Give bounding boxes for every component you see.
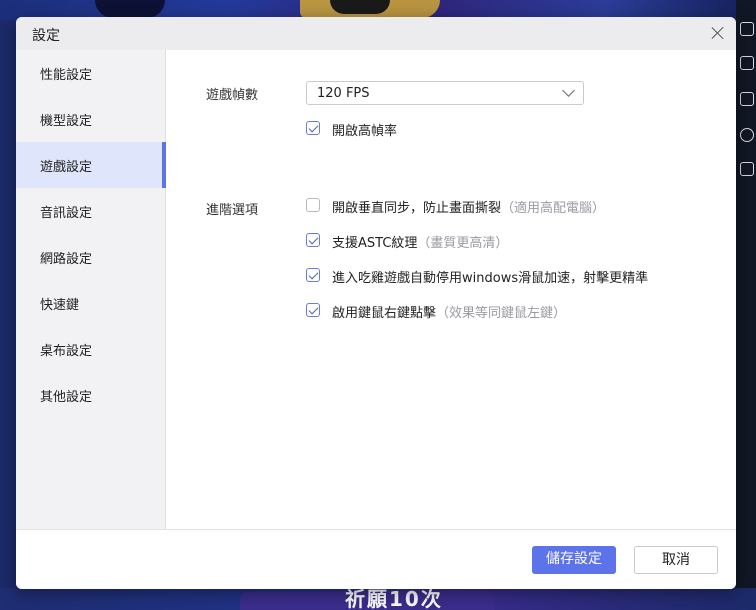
sidebar-item-label: 音訊設定: [40, 206, 93, 221]
chevron-down-icon: [562, 84, 575, 97]
sidebar-item-audio[interactable]: 音訊設定: [16, 188, 165, 234]
astc-label: 支援ASTC紋理（畫質更高清）: [332, 236, 509, 251]
settings-dialog: 設定 性能設定 機型設定 遊戲設定 音訊設定 網路設定 快速鍵 桌布設定 其他設…: [16, 17, 736, 589]
close-icon[interactable]: [710, 25, 726, 41]
vsync-label: 開啟垂直同步，防止畫面撕裂（適用高配電腦）: [332, 201, 606, 216]
game-settings-panel: 遊戲幀數 120 FPS 開啟高幀率 進階選項 開啟垂直同步，防止畫面撕裂（適用…: [166, 50, 736, 529]
side-toolbar: [736, 0, 756, 610]
location-icon[interactable]: [740, 128, 754, 142]
sidebar-item-label: 機型設定: [40, 114, 93, 129]
sidebar-item-performance[interactable]: 性能設定: [16, 50, 165, 96]
sidebar-item-device[interactable]: 機型設定: [16, 96, 165, 142]
shake-icon[interactable]: [740, 162, 754, 176]
sidebar-item-label: 快速鍵: [40, 298, 80, 313]
checkbox-checked-icon: [306, 233, 320, 247]
sidebar-item-label: 遊戲設定: [40, 160, 93, 175]
fps-select-value: 120 FPS: [317, 86, 370, 101]
save-button[interactable]: 儲存設定: [532, 546, 616, 574]
sidebar-item-label: 桌布設定: [40, 344, 93, 359]
settings-sidebar: 性能設定 機型設定 遊戲設定 音訊設定 網路設定 快速鍵 桌布設定 其他設定: [16, 50, 166, 529]
dialog-title: 設定: [32, 28, 60, 44]
checkbox-unchecked-icon: [306, 198, 320, 212]
cancel-button[interactable]: 取消: [634, 546, 718, 574]
sidebar-item-network[interactable]: 網路設定: [16, 234, 165, 280]
right-click-label: 啟用鍵鼠右鍵點擊（效果等同鍵鼠左鍵）: [332, 306, 567, 321]
background-art-bottom: 祈願10次: [0, 587, 756, 610]
sidebar-item-game[interactable]: 遊戲設定: [16, 142, 166, 188]
sidebar-item-wallpaper[interactable]: 桌布設定: [16, 326, 165, 372]
window-icon[interactable]: [740, 92, 754, 106]
sidebar-item-label: 網路設定: [40, 252, 93, 267]
high-fps-label: 開啟高幀率: [332, 124, 398, 139]
fps-label: 遊戲幀數: [206, 88, 259, 103]
vibrate-icon[interactable]: [740, 56, 754, 70]
mouse-accel-label: 進入吃雞遊戲自動停用windows滑鼠加速，射擊更精準: [332, 271, 649, 286]
advanced-label: 進階選項: [206, 203, 259, 218]
dialog-footer: 儲存設定 取消: [16, 529, 736, 589]
sidebar-item-shortcuts[interactable]: 快速鍵: [16, 280, 165, 326]
checkbox-checked-icon: [306, 268, 320, 282]
sidebar-item-label: 性能設定: [40, 68, 93, 83]
screen-icon[interactable]: [740, 22, 754, 36]
sidebar-item-other[interactable]: 其他設定: [16, 372, 165, 418]
checkbox-checked-icon: [306, 303, 320, 317]
dialog-titlebar: 設定: [16, 17, 736, 50]
sidebar-item-label: 其他設定: [40, 390, 93, 405]
fps-select[interactable]: 120 FPS: [306, 81, 584, 105]
checkbox-checked-icon: [306, 121, 320, 135]
